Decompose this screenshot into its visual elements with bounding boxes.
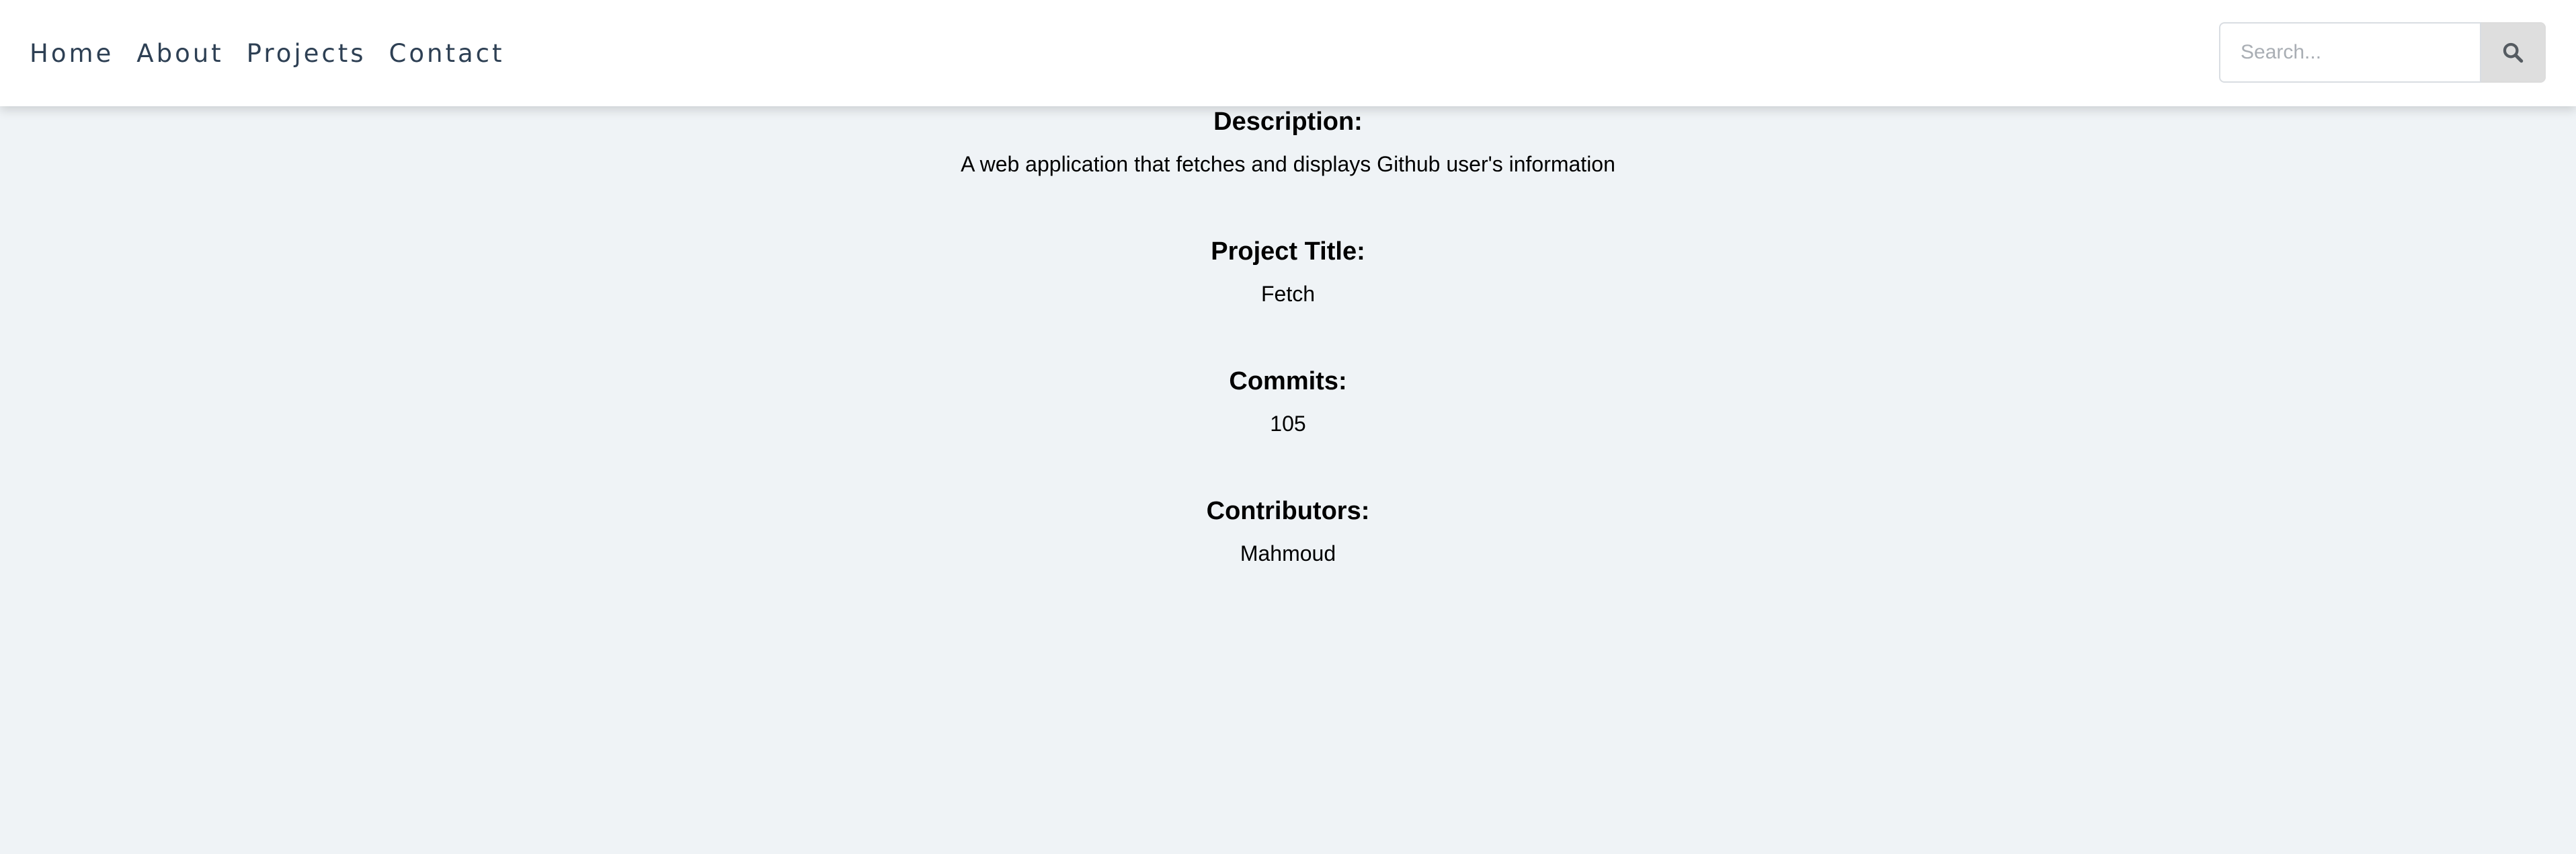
search-form <box>2219 22 2546 83</box>
nav-link-contact[interactable]: Contact <box>389 39 505 68</box>
contributors-heading: Contributors: <box>1206 497 1370 525</box>
nav-link-projects[interactable]: Projects <box>247 39 366 68</box>
project-title-text: Fetch <box>1260 282 1316 306</box>
project-title-heading: Project Title: <box>1211 237 1365 266</box>
search-button[interactable] <box>2481 22 2546 83</box>
contributors-text: Mahmoud <box>1240 541 1336 566</box>
project-details: Description: A web application that fetc… <box>0 94 2576 613</box>
commits-count: 105 <box>1270 412 1306 436</box>
commits-heading: Commits: <box>1229 367 1347 395</box>
nav-links: Home About Projects Contact <box>30 0 528 106</box>
description-text: A web application that fetches and displ… <box>961 152 1615 176</box>
top-navbar: Home About Projects Contact <box>0 0 2576 106</box>
nav-link-home[interactable]: Home <box>30 39 114 68</box>
nav-link-about[interactable]: About <box>136 39 223 68</box>
search-input[interactable] <box>2219 22 2481 83</box>
search-icon <box>2503 42 2524 63</box>
